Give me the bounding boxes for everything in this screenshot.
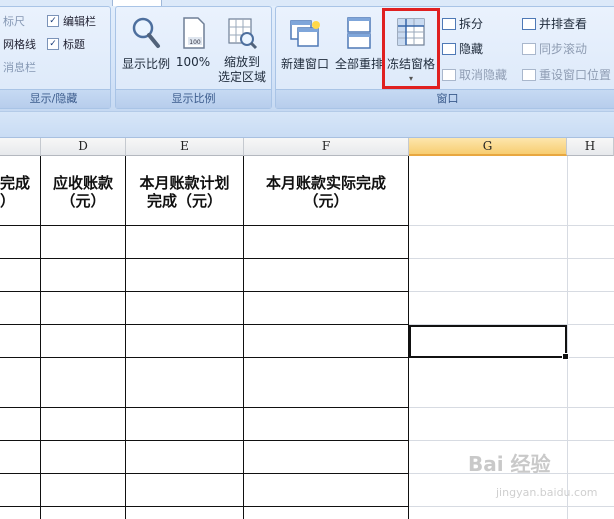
header-cell-e[interactable]: 本月账款计划 完成（元） <box>126 174 243 210</box>
unhide-button[interactable]: 取消隐藏 <box>442 66 507 83</box>
gridline <box>409 258 614 259</box>
reset-position-icon <box>522 68 536 81</box>
column-header-e[interactable]: E <box>126 138 244 156</box>
ruler-label: 标尺 <box>3 15 25 28</box>
group-label-zoom: 显示比例 <box>116 89 271 108</box>
svg-text:100: 100 <box>189 39 201 46</box>
table-border <box>40 156 41 519</box>
hide-icon <box>442 42 456 55</box>
gridline <box>409 291 614 292</box>
split-label: 拆分 <box>459 17 484 31</box>
sync-scroll-button[interactable]: 同步滚动 <box>522 40 587 57</box>
gridline <box>409 506 614 507</box>
gridlines-label: 网格线 <box>3 38 36 51</box>
zoom-selection-label-2: 选定区域 <box>217 70 266 84</box>
table-border <box>125 156 126 519</box>
arrange-all-icon <box>342 15 376 51</box>
zoom-selection-label-1: 缩放到 <box>223 55 260 69</box>
table-border <box>243 156 244 519</box>
gridline <box>567 156 568 519</box>
window-group: 新建窗口 全部重排 冻结窗格 ▾ 拆分 隐藏 取消隐藏 并排查看 同步滚动 重设… <box>275 6 614 109</box>
zoom-label: 显示比例 <box>121 57 170 71</box>
reset-position-label: 重设窗口位置 <box>539 68 612 82</box>
zoom-to-selection-button[interactable]: 缩放到 选定区域 <box>214 13 270 85</box>
unhide-label: 取消隐藏 <box>459 68 508 82</box>
table-border <box>0 291 409 292</box>
gridline <box>409 440 614 441</box>
zoom-group: 显示比例 100 100% 缩放到 选定区域 显示比例 <box>115 6 272 109</box>
checkmark-icon: ✓ <box>47 38 59 50</box>
fill-handle[interactable] <box>562 353 569 360</box>
gridlines-checkbox[interactable]: 网格线 <box>3 36 36 52</box>
table-border <box>0 473 409 474</box>
headings-label: 标题 <box>63 38 85 51</box>
header-text: 完成 <box>0 174 31 192</box>
zoom-selection-icon <box>225 15 259 51</box>
arrange-all-label: 全部重排 <box>334 57 383 71</box>
checkmark-icon: ✓ <box>47 15 59 27</box>
ruler-checkbox[interactable]: 标尺 <box>3 13 25 29</box>
zoom-button[interactable]: 显示比例 <box>120 13 172 72</box>
ribbon: 标尺 ✓ 编辑栏 网格线 ✓ 标题 消息栏 显示/隐藏 显示比例 100 100… <box>0 0 614 111</box>
formula-bar-checkbox[interactable]: ✓ 编辑栏 <box>47 13 96 29</box>
show-hide-group: 标尺 ✓ 编辑栏 网格线 ✓ 标题 消息栏 显示/隐藏 <box>0 6 111 109</box>
column-header-d[interactable]: D <box>41 138 126 156</box>
message-bar-label: 消息栏 <box>3 61 36 74</box>
group-label-window: 窗口 <box>276 89 614 108</box>
header-text: 应收账款 <box>52 174 113 192</box>
header-text: （元） <box>60 192 106 210</box>
header-text: 完成（元） <box>146 192 222 210</box>
hide-label: 隐藏 <box>459 42 484 56</box>
table-border <box>0 258 409 259</box>
table-border <box>0 440 409 441</box>
side-by-side-icon <box>522 17 536 30</box>
header-text: （元） <box>303 192 349 210</box>
header-text: ） <box>0 192 16 210</box>
hide-button[interactable]: 隐藏 <box>442 40 483 57</box>
sync-scroll-label: 同步滚动 <box>539 42 588 56</box>
zoom-100-label: 100% <box>175 55 211 69</box>
headings-checkbox[interactable]: ✓ 标题 <box>47 36 85 52</box>
header-cell-f[interactable]: 本月账款实际完成 （元） <box>244 174 408 210</box>
header-cell-d[interactable]: 应收账款 （元） <box>41 174 125 210</box>
table-border <box>0 324 409 325</box>
baidu-watermark-logo: Bai 经验 <box>468 452 551 476</box>
header-text: 本月账款计划 <box>139 174 230 192</box>
header-cell-c[interactable]: 完成 ） <box>0 174 30 210</box>
magnifier-icon <box>129 15 163 51</box>
header-text: 本月账款实际完成 <box>265 174 386 192</box>
freeze-panes-highlight <box>382 8 440 89</box>
formula-bar-area <box>0 111 614 138</box>
arrange-all-button[interactable]: 全部重排 <box>333 13 385 72</box>
new-window-label: 新建窗口 <box>280 57 329 71</box>
gridline <box>409 407 614 408</box>
watermark-url: jingyan.baidu.com <box>496 486 598 499</box>
message-bar-checkbox[interactable]: 消息栏 <box>3 59 36 75</box>
zoom-100-button[interactable]: 100 100% <box>173 13 213 69</box>
sync-scroll-icon <box>522 42 536 55</box>
new-window-button[interactable]: 新建窗口 <box>279 13 331 72</box>
reset-window-position-button[interactable]: 重设窗口位置 <box>522 66 611 83</box>
formula-bar-label: 编辑栏 <box>63 15 96 28</box>
column-header-c[interactable] <box>0 138 41 156</box>
column-header-g[interactable]: G <box>409 138 567 156</box>
active-cell-g[interactable] <box>409 325 569 360</box>
group-label-show-hide: 显示/隐藏 <box>0 89 110 108</box>
split-icon <box>442 17 456 30</box>
page-100-icon: 100 <box>176 15 210 51</box>
table-border <box>0 506 409 507</box>
column-header-f[interactable]: F <box>244 138 409 156</box>
column-header-h[interactable]: H <box>567 138 614 156</box>
side-by-side-label: 并排查看 <box>539 17 588 31</box>
side-by-side-button[interactable]: 并排查看 <box>522 15 587 32</box>
new-window-icon <box>288 15 322 51</box>
split-button[interactable]: 拆分 <box>442 15 483 32</box>
gridline <box>409 225 614 226</box>
unhide-icon <box>442 68 456 81</box>
table-border <box>0 225 409 226</box>
table-border <box>0 407 409 408</box>
table-border <box>0 357 409 358</box>
